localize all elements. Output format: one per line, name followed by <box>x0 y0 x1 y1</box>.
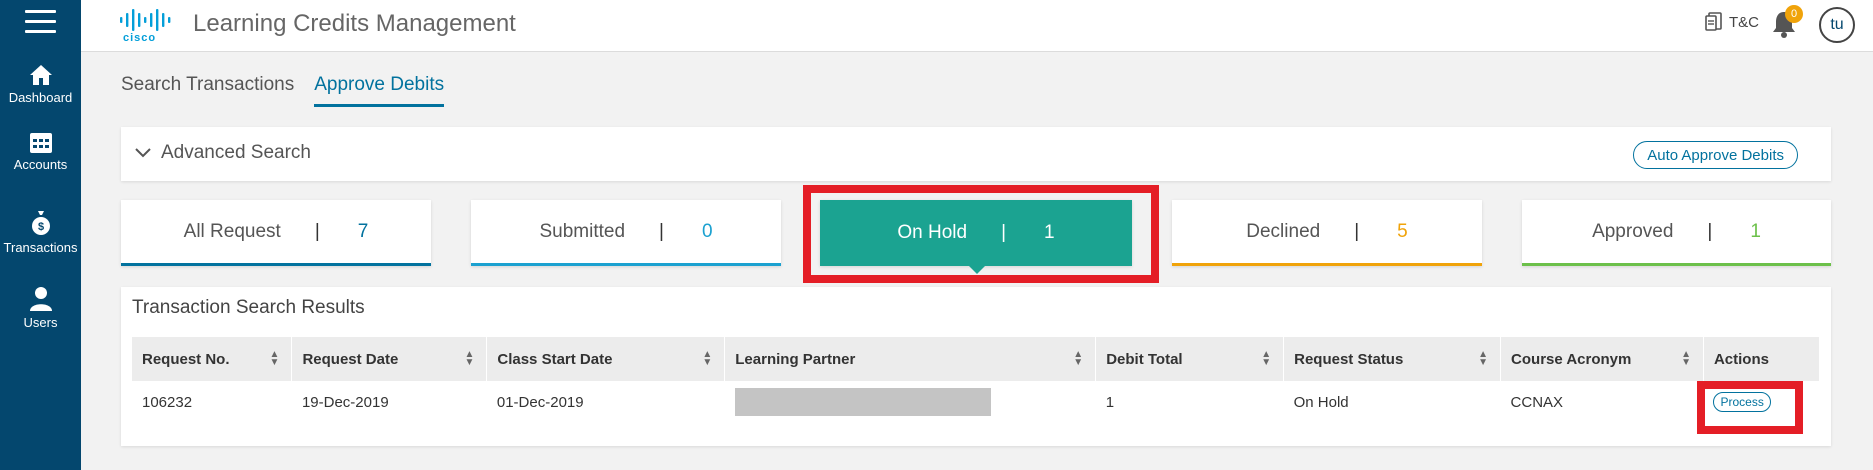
cell-class-start-date: 01-Dec-2019 <box>496 393 584 411</box>
tab-search-transactions[interactable]: Search Transactions <box>121 74 294 107</box>
user-avatar[interactable]: tu <box>1819 7 1855 43</box>
svg-text:cisco: cisco <box>123 32 156 41</box>
cell-request-status: On Hold <box>1293 393 1349 411</box>
cell-request-date: 19-Dec-2019 <box>301 393 389 411</box>
sort-icon[interactable]: ▲ ▼ <box>464 350 474 368</box>
card-separator: | <box>659 220 664 242</box>
document-icon <box>1705 12 1722 31</box>
column-header-course-acronym[interactable]: Course Acronym ▲ ▼ <box>1500 337 1704 381</box>
card-count: 1 <box>1750 220 1761 242</box>
calendar-grid-icon <box>29 133 52 153</box>
column-header-debit-total[interactable]: Debit Total ▲ ▼ <box>1095 337 1285 381</box>
advanced-search-toggle[interactable]: Advanced Search <box>135 142 311 164</box>
column-header-actions: Actions <box>1703 337 1821 381</box>
sidebar-item-label: Dashboard <box>8 90 73 105</box>
on-hold-highlight-box <box>803 185 1159 283</box>
sidebar-item-accounts[interactable]: Accounts <box>0 133 81 172</box>
card-separator: | <box>314 220 320 242</box>
notifications-button[interactable]: 0 <box>1769 5 1803 38</box>
menu-icon[interactable] <box>25 10 56 36</box>
column-header-request-status[interactable]: Request Status ▲ ▼ <box>1283 337 1502 381</box>
terms-and-conditions-link[interactable]: T&C <box>1705 12 1759 32</box>
cell-debit-total: 1 <box>1105 393 1115 411</box>
advanced-search-panel: Advanced Search Auto Approve Debits <box>121 127 1831 181</box>
column-header-request-date[interactable]: Request Date ▲ ▼ <box>291 337 488 381</box>
table-row: 106232 19-Dec-2019 01-Dec-2019 1 On Hold… <box>132 381 1820 423</box>
transaction-results-panel: Transaction Search Results Request No. ▲ ▼… <box>121 287 1831 446</box>
status-card-submitted[interactable]: Submitted | 0 <box>471 200 781 266</box>
cisco-logo: cisco <box>120 9 171 41</box>
table-header-row: Request No. ▲ ▼ Request Date ▲ ▼ Class Start… <box>132 337 1821 381</box>
card-label: Submitted <box>539 220 626 242</box>
cell-request-no: 106232 <box>142 393 193 411</box>
status-card-all-request[interactable]: All Request | 7 <box>121 200 431 266</box>
results-table: Request No. ▲ ▼ Request Date ▲ ▼ Class Start… <box>132 337 1821 423</box>
sidebar-item-transactions[interactable]: $ Transactions <box>0 210 81 255</box>
card-separator: | <box>1354 220 1360 242</box>
top-header: cisco Learning Credits Management T&C 0 … <box>81 0 1873 52</box>
svg-text:$: $ <box>37 221 43 233</box>
sidebar-item-dashboard[interactable]: Dashboard <box>0 64 81 105</box>
tab-approve-debits[interactable]: Approve Debits <box>314 74 445 107</box>
cell-learning-partner <box>725 381 1096 423</box>
user-icon <box>29 287 52 311</box>
sidebar-item-label: Transactions <box>3 240 78 255</box>
sort-icon[interactable]: ▲ ▼ <box>270 350 280 368</box>
auto-approve-debits-button[interactable]: Auto Approve Debits <box>1633 141 1798 169</box>
redacted-block <box>734 388 991 416</box>
sidebar-item-label: Accounts <box>13 157 68 172</box>
results-title: Transaction Search Results <box>132 297 365 318</box>
column-header-request-no[interactable]: Request No. ▲ ▼ <box>132 337 293 381</box>
tab-bar: Search Transactions Approve Debits <box>121 74 464 107</box>
terms-label: T&C <box>1729 13 1759 31</box>
card-separator: | <box>1707 220 1713 242</box>
money-bag-icon: $ <box>31 211 50 235</box>
sidebar-item-label: Users <box>23 315 58 330</box>
card-count: 5 <box>1397 220 1408 242</box>
chevron-down-icon <box>135 148 151 158</box>
column-header-learning-partner[interactable]: Learning Partner ▲ ▼ <box>724 337 1097 381</box>
sidebar-item-users[interactable]: Users <box>0 287 81 330</box>
card-label: Approved <box>1592 220 1674 242</box>
cell-course-acronym: CCNAX <box>1510 393 1564 411</box>
card-label: All Request <box>183 220 281 242</box>
sort-icon[interactable]: ▲ ▼ <box>1261 350 1271 368</box>
card-count: 7 <box>357 220 369 242</box>
app-title: Learning Credits Management <box>193 10 516 37</box>
home-icon <box>29 65 52 85</box>
status-card-approved[interactable]: Approved | 1 <box>1522 200 1831 266</box>
status-card-declined[interactable]: Declined | 5 <box>1172 200 1482 266</box>
process-highlight-box <box>1697 381 1803 434</box>
sidebar: Dashboard Accounts $ Transactions Users <box>0 0 81 470</box>
advanced-search-label: Advanced Search <box>161 142 311 163</box>
sort-icon[interactable]: ▲ ▼ <box>1073 350 1083 368</box>
column-header-class-start-date[interactable]: Class Start Date ▲ ▼ <box>486 337 726 381</box>
sort-icon[interactable]: ▲ ▼ <box>702 350 712 368</box>
card-label: Declined <box>1246 220 1321 242</box>
card-count: 0 <box>701 220 713 242</box>
sort-icon[interactable]: ▲ ▼ <box>1478 350 1488 368</box>
notification-badge: 0 <box>1785 5 1803 23</box>
sort-icon[interactable]: ▲ ▼ <box>1681 350 1691 368</box>
